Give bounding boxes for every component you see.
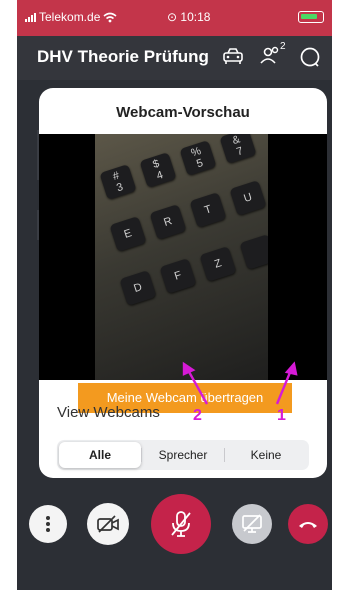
more-options-button[interactable] — [29, 505, 67, 543]
camera-toggle-button[interactable] — [87, 503, 129, 545]
annotation-arrowhead-2 — [182, 361, 196, 376]
mic-muted-icon — [171, 511, 191, 537]
phone-screen: Telekom.de ⊙ 10:18 DHV Theorie Prüfung 2… — [17, 0, 332, 590]
annotation-label-1: 1 — [277, 407, 286, 424]
screenshare-button[interactable] — [232, 504, 272, 544]
hangup-button[interactable] — [288, 504, 328, 544]
screenshare-off-icon — [242, 514, 262, 533]
annotation-label-2: 2 — [193, 407, 202, 424]
camera-off-icon — [97, 515, 119, 533]
annotation-arrowhead-1 — [284, 361, 298, 376]
annotation-arrow-2 — [186, 369, 209, 405]
more-options-icon — [46, 516, 50, 532]
mic-toggle-button[interactable] — [151, 494, 211, 554]
annotation-arrow-1 — [275, 369, 293, 405]
hangup-icon — [299, 522, 317, 528]
